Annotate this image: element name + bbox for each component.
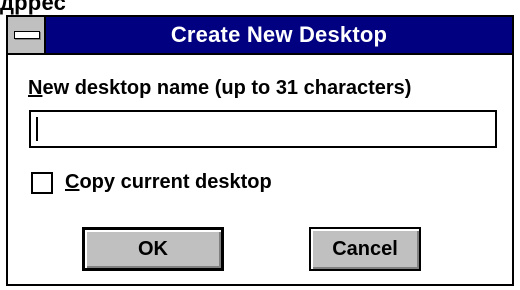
copy-current-desktop-label[interactable]: Copy current desktop — [65, 171, 272, 194]
create-new-desktop-dialog: Create New Desktop New desktop name (up … — [6, 15, 514, 286]
system-menu-icon — [14, 31, 40, 39]
desktop-name-label: New desktop name (up to 31 characters) — [28, 77, 411, 100]
desktop-name-input[interactable] — [29, 110, 497, 148]
desktop-name-label-text: ew desktop name (up to 31 characters) — [42, 77, 412, 99]
app-background: дррес Create New Desktop New desktop nam… — [0, 0, 520, 290]
dialog-title: Create New Desktop — [170, 22, 388, 47]
system-menu-button[interactable] — [8, 17, 46, 53]
partial-background-text: дррес — [0, 0, 67, 15]
copy-label-mnemonic: C — [65, 171, 80, 193]
text-caret — [36, 117, 38, 141]
title-bar[interactable]: Create New Desktop — [8, 17, 512, 55]
desktop-name-label-mnemonic: N — [28, 77, 43, 99]
copy-label-text: opy current desktop — [79, 171, 272, 193]
copy-current-desktop-checkbox[interactable] — [31, 172, 53, 194]
cancel-button[interactable]: Cancel — [309, 227, 421, 271]
ok-button[interactable]: OK — [82, 227, 224, 271]
